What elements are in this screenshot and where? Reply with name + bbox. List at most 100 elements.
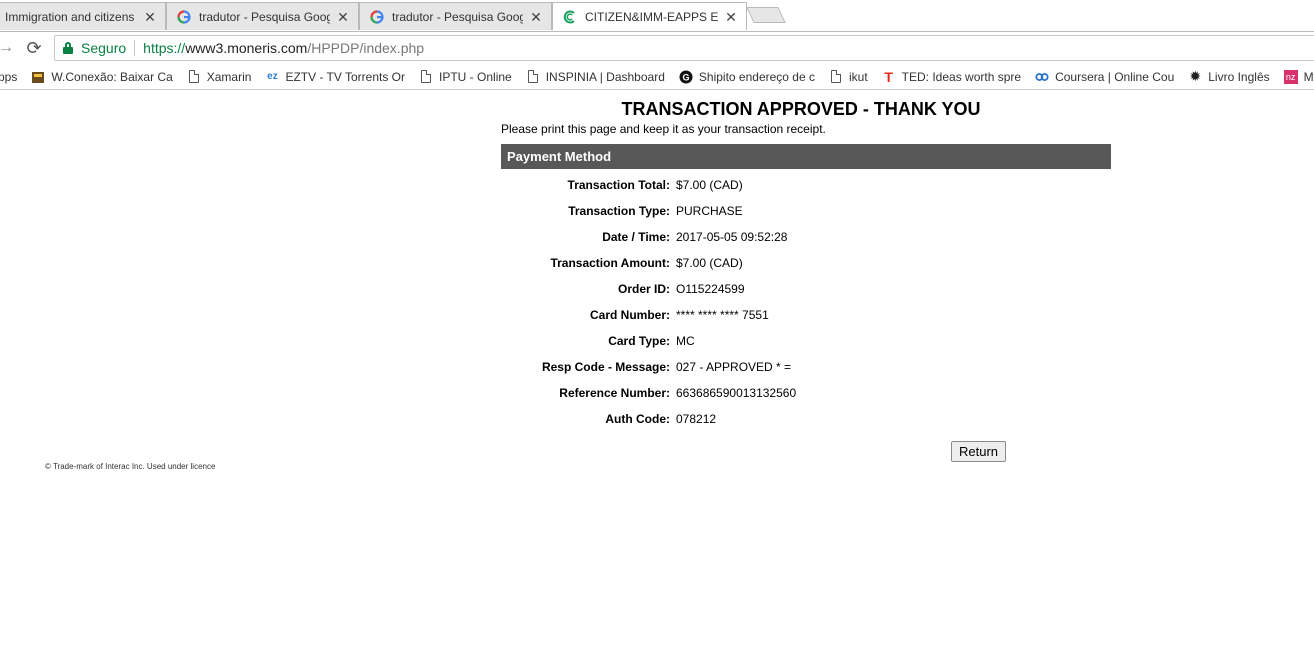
detail-row: Transaction Total: $7.00 (CAD) — [501, 178, 1111, 204]
ted-icon: T — [884, 68, 893, 85]
bookmark-label: IPTU - Online — [439, 69, 512, 84]
tab-tradutor-2[interactable]: tradutor - Pesquisa Goog ✕ — [359, 2, 552, 30]
coursera-icon — [1035, 70, 1049, 84]
lock-icon — [63, 42, 73, 54]
bookmark-ted[interactable]: T TED: Ideas worth spre — [882, 68, 1022, 85]
bookmark-wconexao[interactable]: W.Conexão: Baixar Ca — [31, 69, 173, 84]
return-button[interactable]: Return — [951, 441, 1006, 462]
receipt-details: Transaction Total: $7.00 (CAD) Transacti… — [501, 178, 1111, 438]
bookmark-label: My Ca — [1303, 69, 1314, 84]
close-icon[interactable]: ✕ — [529, 10, 543, 24]
detail-row: Transaction Amount: $7.00 (CAD) — [501, 256, 1111, 282]
tab-title: Immigration and citizens — [5, 9, 135, 24]
detail-label: Date / Time: — [602, 230, 670, 244]
bookmark-inspinia[interactable]: INSPINIA | Dashboard — [526, 70, 665, 84]
bookmark-ikut[interactable]: ikut — [829, 70, 868, 84]
address-bar[interactable]: Seguro https://www3.moneris.com/HPPDP/in… — [54, 35, 1314, 61]
tab-immigration[interactable]: Immigration and citizens ✕ — [0, 2, 166, 30]
detail-row: Date / Time: 2017-05-05 09:52:28 — [501, 230, 1111, 256]
bookmark-iptu[interactable]: IPTU - Online — [419, 70, 512, 84]
detail-value: $7.00 (CAD) — [676, 256, 743, 270]
secure-label: Seguro — [81, 40, 127, 56]
tab-tradutor-1[interactable]: tradutor - Pesquisa Goog ✕ — [166, 2, 359, 30]
nz-icon: nz — [1283, 69, 1298, 84]
detail-label: Card Number: — [589, 308, 670, 322]
detail-row: Reference Number: 663686590013132560 — [501, 386, 1111, 412]
detail-row: Resp Code - Message: 027 - APPROVED * = — [501, 360, 1111, 386]
detail-value: 078212 — [676, 412, 717, 426]
detail-row: Card Number: **** **** **** 7551 — [501, 308, 1111, 334]
detail-label: Order ID: — [617, 282, 670, 296]
detail-value: 663686590013132560 — [676, 386, 797, 400]
bookmark-label: Xamarin — [206, 69, 252, 84]
page-icon — [419, 70, 433, 84]
bookmark-livro-ingles[interactable]: ✹ Livro Inglês — [1188, 68, 1270, 84]
detail-row: Order ID: O115224599 — [501, 282, 1111, 308]
detail-value: $7.00 (CAD) — [676, 178, 743, 192]
tab-strip: Immigration and citizens ✕ tradutor - Pe… — [0, 0, 1314, 32]
forward-icon[interactable]: → — [0, 38, 16, 58]
detail-label: Resp Code - Message: — [541, 360, 670, 374]
bookmark-xamarin[interactable]: Xamarin — [187, 69, 252, 84]
detail-value: PURCHASE — [676, 204, 743, 218]
gear-icon: ✹ — [1189, 68, 1202, 84]
page-title: TRANSACTION APPROVED - THANK YOU — [621, 99, 981, 119]
bookmark-label: INSPINIA | Dashboard — [545, 69, 665, 84]
google-icon — [370, 9, 384, 24]
close-icon[interactable]: ✕ — [724, 10, 738, 24]
bookmark-label: Shipito endereço de c — [698, 69, 815, 84]
bookmark-coursera[interactable]: Coursera | Online Cou — [1035, 70, 1174, 84]
url-host: www3.moneris.com — [185, 40, 308, 56]
detail-label: Reference Number: — [559, 386, 670, 400]
bookmark-eztv[interactable]: ez EZTV - TV Torrents Or — [265, 70, 405, 84]
google-icon — [177, 9, 191, 24]
bookmark-label: pps — [0, 69, 18, 84]
tab-citizen-eapps[interactable]: CITIZEN&IMM-EAPPS EN ✕ — [552, 2, 747, 30]
detail-label: Transaction Amount: — [550, 256, 670, 270]
detail-value: O115224599 — [676, 282, 745, 296]
section-header-payment-method: Payment Method — [501, 144, 1111, 169]
detail-label: Auth Code: — [605, 412, 670, 426]
svg-text:G: G — [682, 72, 689, 82]
detail-label: Transaction Total: — [567, 178, 670, 192]
close-icon[interactable]: ✕ — [336, 10, 350, 24]
detail-row: Card Type: MC — [501, 334, 1111, 360]
bookmark-label: TED: Ideas worth spre — [901, 69, 1022, 84]
trademark-footer: © Trade-mark of Interac Inc. Used under … — [45, 462, 216, 471]
tab-title: CITIZEN&IMM-EAPPS EN — [585, 9, 718, 24]
detail-label: Transaction Type: — [568, 204, 670, 218]
browser-toolbar: → ⟳ Seguro https://www3.moneris.com/HPPD… — [0, 31, 1314, 64]
close-icon[interactable]: ✕ — [143, 10, 157, 24]
tab-title: tradutor - Pesquisa Goog — [199, 9, 330, 24]
moneris-icon — [563, 10, 577, 24]
shipito-icon: G — [679, 70, 693, 84]
bookmark-label: W.Conexão: Baixar Ca — [51, 69, 173, 84]
page-content: TRANSACTION APPROVED - THANK YOU Please … — [0, 90, 1314, 654]
divider — [134, 40, 136, 56]
detail-row: Transaction Type: PURCHASE — [501, 204, 1111, 230]
bookmark-apps[interactable]: pps — [0, 70, 17, 84]
tab-title: tradutor - Pesquisa Goog — [392, 9, 523, 24]
new-tab-button[interactable] — [746, 7, 786, 23]
detail-row: Auth Code: 078212 — [501, 412, 1111, 438]
eztv-icon: ez — [267, 71, 278, 82]
bookmark-label: Coursera | Online Cou — [1055, 69, 1175, 84]
detail-value: MC — [676, 334, 695, 348]
reload-icon[interactable]: ⟳ — [24, 38, 44, 58]
page-icon — [187, 70, 201, 84]
url-path: /HPPDP/index.php — [307, 40, 425, 56]
bookmark-my-ca[interactable]: nz My Ca — [1283, 69, 1314, 84]
detail-value: 2017-05-05 09:52:28 — [676, 230, 788, 244]
bookmark-label: Livro Inglês — [1208, 69, 1270, 84]
detail-value: 027 - APPROVED * = — [676, 360, 792, 374]
bookmark-label: ikut — [848, 69, 868, 84]
page-icon — [829, 70, 843, 84]
detail-value: **** **** **** 7551 — [676, 308, 769, 322]
bookmark-label: EZTV - TV Torrents Or — [285, 69, 406, 84]
page-icon — [526, 70, 540, 84]
bookmark-shipito[interactable]: G Shipito endereço de c — [679, 70, 815, 84]
detail-label: Card Type: — [608, 334, 670, 348]
wconexao-icon — [31, 70, 45, 84]
url-scheme: https:// — [143, 40, 186, 56]
bookmarks-bar: pps W.Conexão: Baixar Ca Xamarin ez EZTV… — [0, 64, 1314, 90]
